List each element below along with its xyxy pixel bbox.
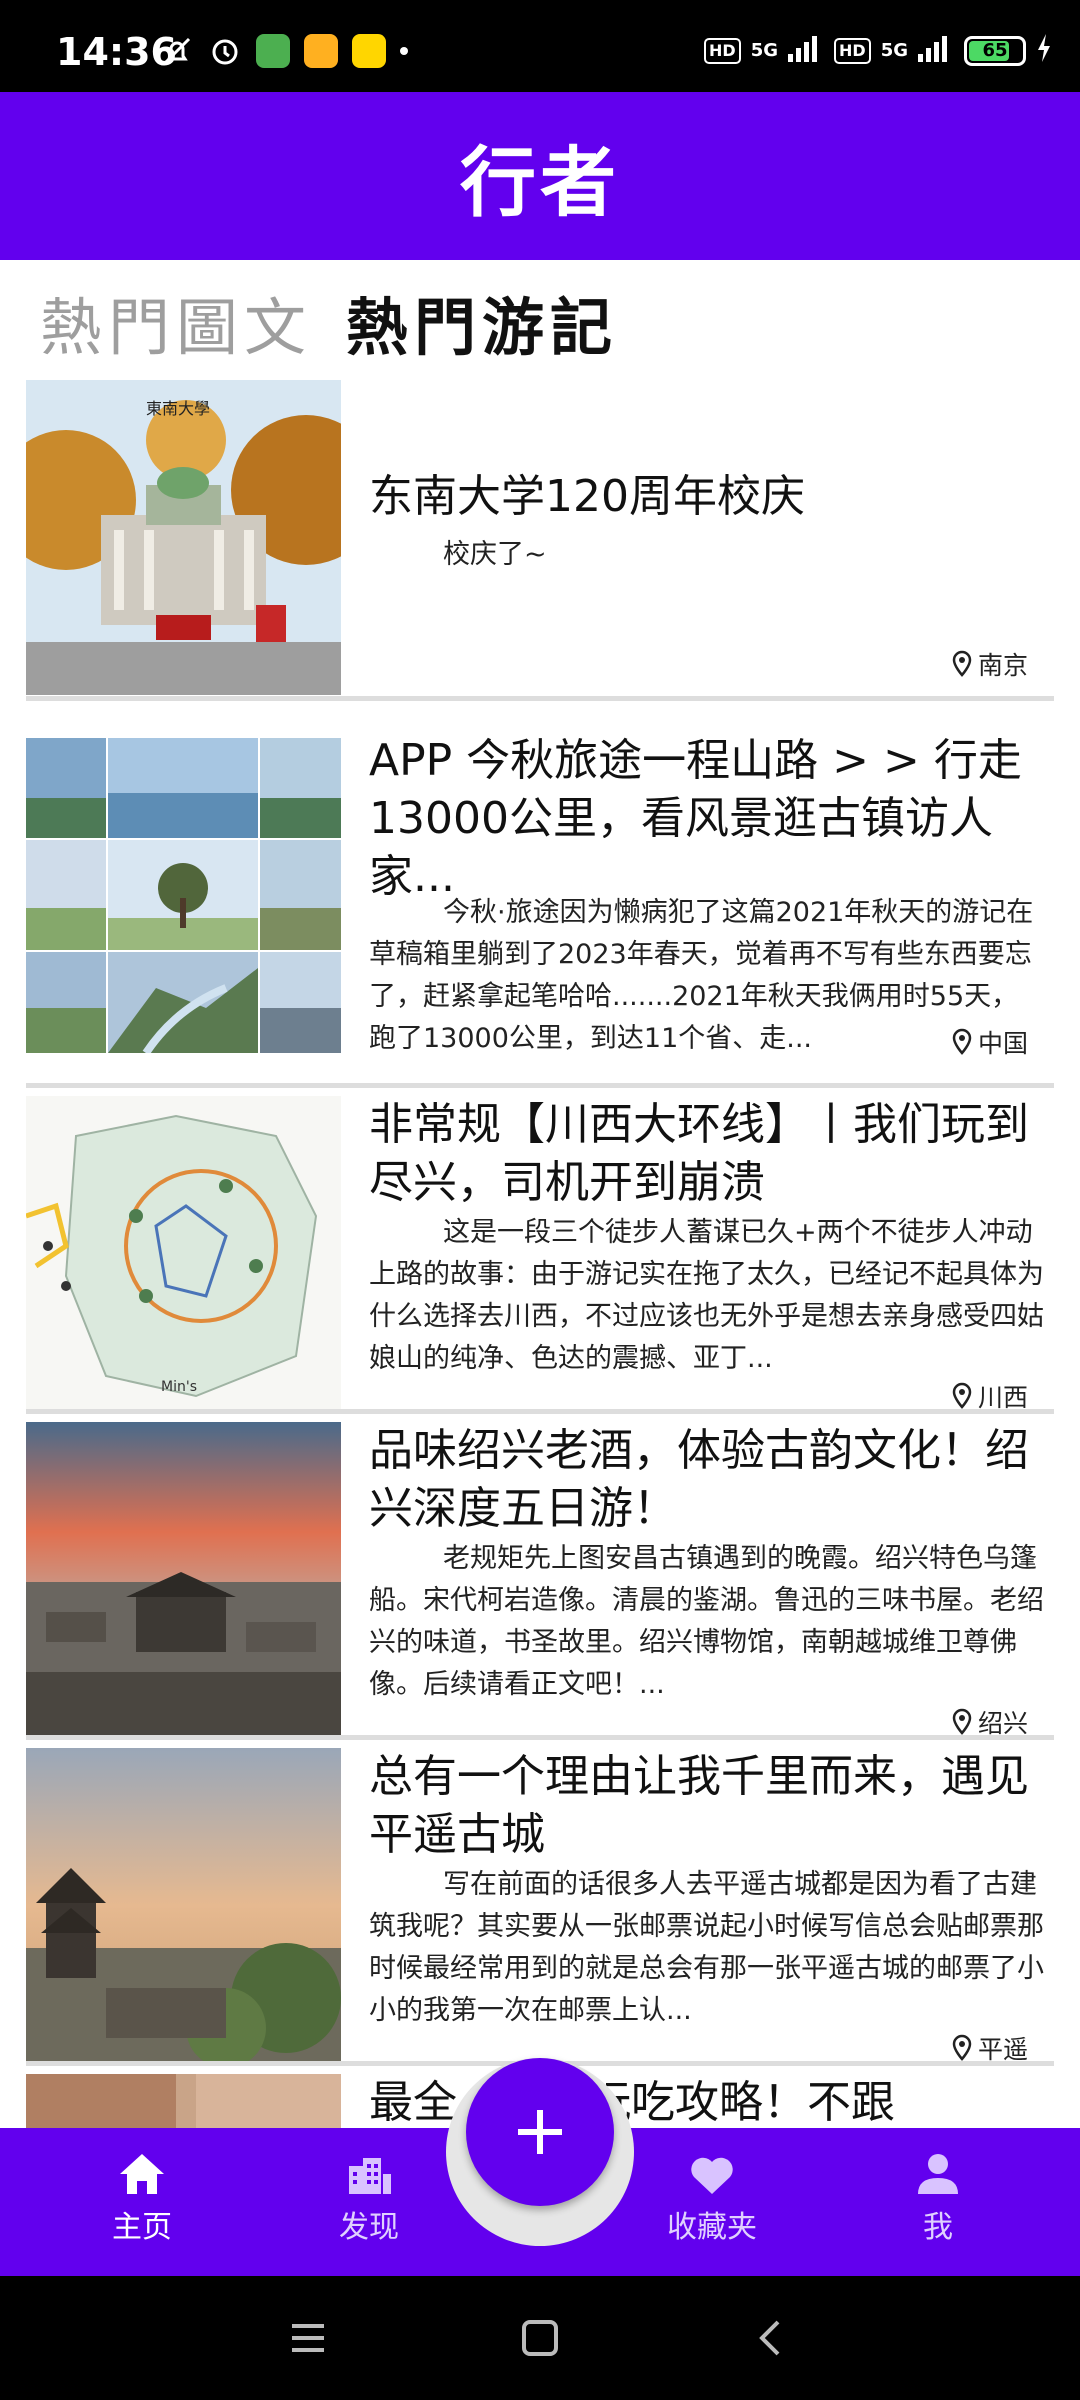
heart-icon — [691, 2157, 733, 2194]
location-label: 南京 — [977, 651, 1028, 680]
network-label: 5G — [880, 40, 908, 61]
sunset-town-thumbnail — [26, 1422, 341, 1737]
travelogue-card[interactable]: APP 今秋旅途一程山路 > > 行走13000公里，看风景逛古镇访人家... … — [26, 735, 1054, 1058]
hd-badge: HD — [704, 37, 741, 64]
system-navigation-bar — [0, 2276, 1080, 2400]
divider — [26, 696, 1054, 701]
svg-text:Min's: Min's — [161, 1379, 197, 1395]
divider — [26, 1409, 1054, 1414]
nav-home-label: 主页 — [112, 2210, 172, 2245]
tab-bar: 熱門圖文 熱門游記 — [40, 282, 618, 364]
card-title: 东南大学120周年校庆 — [369, 471, 805, 522]
hd-badge: HD — [834, 37, 871, 64]
travelogue-feed[interactable]: 東南大學 东南大学120周年校庆 校庆了~ 南京 APP 今秋旅途一程山路 > … — [26, 380, 1054, 2128]
home-button-icon[interactable] — [518, 2316, 562, 2360]
network-label: 5G — [750, 40, 779, 61]
food-photo-thumbnail — [26, 2074, 341, 2128]
svg-text:東南大學: 東南大學 — [146, 399, 210, 418]
bell-off-icon — [160, 34, 194, 68]
location-label: 中国 — [977, 1029, 1028, 1058]
alarm-icon — [208, 34, 242, 68]
location-pin-icon — [952, 1382, 972, 1409]
tab-hot-posts[interactable]: 熱門圖文 — [40, 277, 312, 367]
card-location: 中国 — [950, 1024, 1028, 1060]
status-icons — [160, 34, 408, 68]
card-title: 品味绍兴老酒，体验古韵文化！绍兴深度五日游！ — [369, 1425, 1029, 1534]
card-title: APP 今秋旅途一程山路 > > 行走13000公里，看风景逛古镇访人家... — [369, 735, 1022, 902]
signal-icon — [788, 34, 824, 67]
card-excerpt: 校庆了~ — [443, 539, 547, 570]
app-notification-icon — [304, 34, 338, 68]
ancient-city-thumbnail — [26, 1748, 341, 2063]
card-excerpt: 今秋·旅途因为懒病犯了这篇2021年秋天的游记在草稿箱里躺到了2023年春天，觉… — [369, 897, 1034, 1054]
charging-icon — [1036, 34, 1052, 67]
home-icon — [120, 2154, 164, 2194]
card-title: 总有一个理由让我千里而来，遇见平遥古城 — [369, 1751, 1029, 1860]
person-icon — [918, 2154, 958, 2194]
location-pin-icon — [952, 1028, 972, 1055]
location-pin-icon — [952, 2034, 972, 2061]
route-map-thumbnail: Min's — [26, 1096, 341, 1411]
divider — [26, 1083, 1054, 1088]
travelogue-card[interactable]: Min's 非常规【川西大环线】丨我们玩到尽兴，司机开到崩溃 这是一段三个徒步人… — [26, 1096, 1054, 1414]
add-post-button[interactable] — [466, 2058, 614, 2206]
nav-favorites-label: 收藏夹 — [667, 2210, 757, 2245]
travelogue-card[interactable]: 总有一个理由让我千里而来，遇见平遥古城 写在前面的话很多人去平遥古城都是因为看了… — [26, 1748, 1054, 2066]
status-bar: 14:36 HD 5G HD 5G 65 — [0, 0, 1080, 92]
nav-me-label: 我 — [923, 2210, 953, 2245]
back-icon[interactable] — [750, 2316, 794, 2360]
travelogue-card[interactable]: 東南大學 东南大学120周年校庆 校庆了~ 南京 — [26, 380, 1054, 698]
card-title: 非常规【川西大环线】丨我们玩到尽兴，司机开到崩溃 — [369, 1099, 1029, 1208]
city-icon — [349, 2158, 391, 2194]
travelogue-card[interactable]: 品味绍兴老酒，体验古韵文化！绍兴深度五日游！ 老规矩先上图安昌古镇遇到的晚霞。绍… — [26, 1422, 1054, 1740]
card-excerpt: 这是一段三个徒步人蓄谋已久+两个不徒步人冲动上路的故事：由于游记实在拖了太久，已… — [369, 1217, 1044, 1374]
card-location: 南京 — [950, 646, 1028, 682]
nav-home[interactable]: 主页 — [72, 2150, 212, 2246]
battery-level: 65 — [982, 40, 1008, 61]
divider — [26, 1735, 1054, 1740]
location-pin-icon — [952, 1708, 972, 1735]
campus-photo-thumbnail: 東南大學 — [26, 380, 341, 695]
plus-icon — [518, 2110, 562, 2154]
nav-discover[interactable]: 发现 — [299, 2150, 439, 2246]
app-bar: 行者 — [0, 92, 1080, 260]
status-right: HD 5G HD 5G 65 — [704, 34, 1052, 67]
signal-icon — [918, 34, 954, 67]
nav-discover-label: 发现 — [339, 2210, 399, 2245]
app-notification-icon — [256, 34, 290, 68]
card-excerpt: 写在前面的话很多人去平遥古城都是因为看了古建筑我呢？其实要从一张邮票说起小时候写… — [369, 1869, 1044, 2026]
card-excerpt: 老规矩先上图安昌古镇遇到的晚霞。绍兴特色乌篷船。宋代柯岩造像。清晨的鉴湖。鲁迅的… — [369, 1543, 1044, 1700]
more-dot-icon — [400, 47, 408, 55]
location-pin-icon — [952, 650, 972, 677]
battery-icon: 65 — [964, 35, 1026, 66]
landscape-collage-thumbnail — [26, 738, 341, 1053]
nav-favorites[interactable]: 收藏夹 — [642, 2150, 782, 2246]
nav-me[interactable]: 我 — [868, 2150, 1008, 2246]
app-notification-icon — [352, 34, 386, 68]
recents-icon[interactable] — [286, 2316, 330, 2360]
status-time: 14:36 — [56, 30, 177, 74]
app-title: 行者 — [460, 138, 620, 227]
tab-hot-travelogues[interactable]: 熱門游記 — [346, 277, 618, 367]
